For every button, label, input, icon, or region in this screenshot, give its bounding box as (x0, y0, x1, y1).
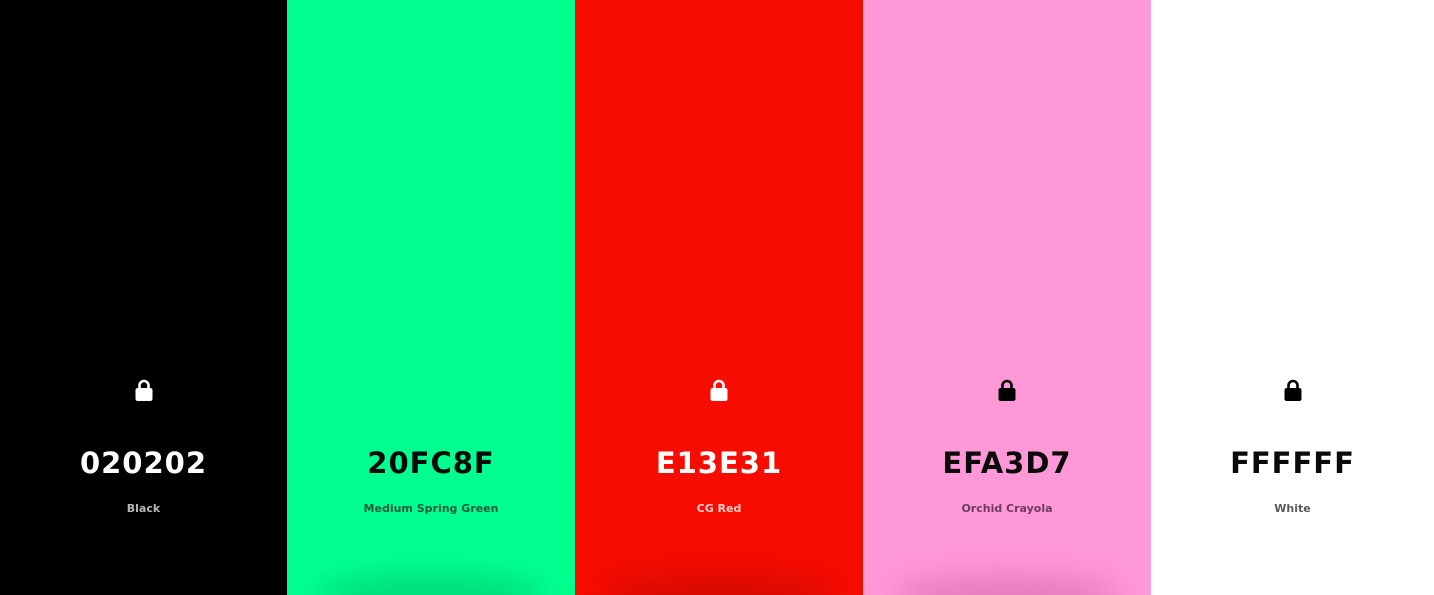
lock-icon[interactable] (135, 378, 153, 402)
color-palette: 020202 Black 20FC8F Medium Spring Green … (0, 0, 1434, 595)
lock-icon[interactable] (422, 378, 440, 402)
lock-icon[interactable] (1284, 378, 1302, 402)
swatch-black[interactable]: 020202 Black (0, 0, 287, 595)
swatch-shadow (1181, 575, 1404, 595)
lock-icon[interactable] (710, 378, 728, 402)
swatch-cg-red[interactable]: E13E31 CG Red (575, 0, 863, 595)
swatch-hex-code[interactable]: 20FC8F (287, 445, 575, 481)
swatch-medium-spring-green[interactable]: 20FC8F Medium Spring Green (287, 0, 575, 595)
swatch-color-name: Medium Spring Green (363, 502, 499, 515)
swatch-shadow (317, 575, 545, 595)
swatch-white[interactable]: FFFFFF White (1151, 0, 1434, 595)
swatch-color-name: Orchid Crayola (961, 502, 1053, 515)
swatch-color-name: CG Red (696, 502, 742, 515)
swatch-shadow (893, 575, 1121, 595)
swatch-color-name: White (1274, 502, 1311, 515)
lock-icon[interactable] (998, 378, 1016, 402)
swatch-shadow (605, 575, 833, 595)
swatch-hex-code[interactable]: 020202 (0, 445, 287, 481)
swatch-hex-code[interactable]: FFFFFF (1151, 445, 1434, 481)
swatch-color-name: Black (126, 502, 161, 515)
swatch-hex-code[interactable]: EFA3D7 (863, 445, 1151, 481)
swatch-hex-code[interactable]: E13E31 (575, 445, 863, 481)
swatch-orchid-crayola[interactable]: EFA3D7 Orchid Crayola (863, 0, 1151, 595)
swatch-shadow (30, 575, 257, 595)
